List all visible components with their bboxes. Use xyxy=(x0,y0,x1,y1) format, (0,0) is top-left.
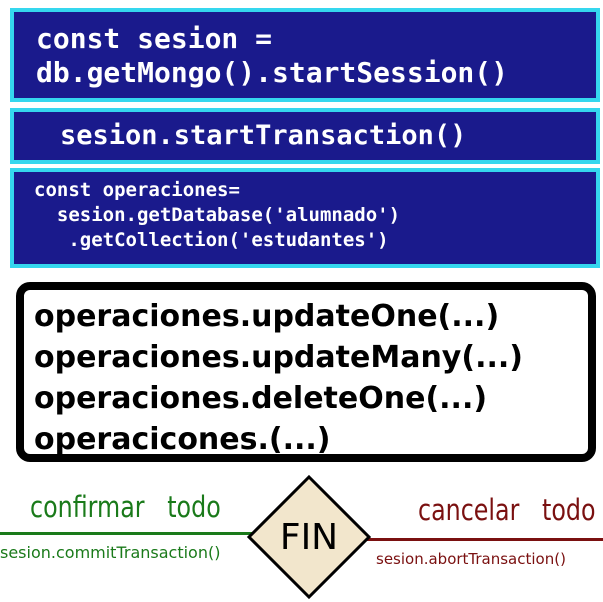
code-line: db.getMongo().startSession() xyxy=(36,56,509,89)
commit-transaction-label: sesion.commitTransaction() xyxy=(0,543,221,562)
code-line: const sesion = xyxy=(36,22,273,55)
start-session-code-box: const sesion = db.getMongo().startSessio… xyxy=(10,8,600,102)
operation-item: operaciones.deleteOne(...) xyxy=(34,381,488,416)
cancel-all-label: cancelar todo xyxy=(418,493,596,527)
operation-item: operacicones.(...) xyxy=(34,422,331,457)
confirm-all-label: confirmar todo xyxy=(30,490,221,524)
code-line: const operaciones= xyxy=(34,179,240,201)
end-node-label: FIN xyxy=(279,516,339,558)
code-line: sesion.startTransaction() xyxy=(60,120,467,151)
code-line: .getCollection('estudantes') xyxy=(34,229,389,251)
start-transaction-code-box: sesion.startTransaction() xyxy=(10,108,600,164)
code-line: sesion.getDatabase('alumnado') xyxy=(34,204,401,226)
cancel-connector-line xyxy=(346,538,603,541)
confirm-connector-line xyxy=(0,532,256,535)
abort-transaction-label: sesion.abortTransaction() xyxy=(376,550,566,568)
operation-item: operaciones.updateMany(...) xyxy=(34,340,523,375)
operation-item: operaciones.updateOne(...) xyxy=(34,299,500,334)
operations-setup-code-box: const operaciones= sesion.getDatabase('a… xyxy=(10,168,600,268)
operations-list-box: operaciones.updateOne(...) operaciones.u… xyxy=(16,282,596,462)
